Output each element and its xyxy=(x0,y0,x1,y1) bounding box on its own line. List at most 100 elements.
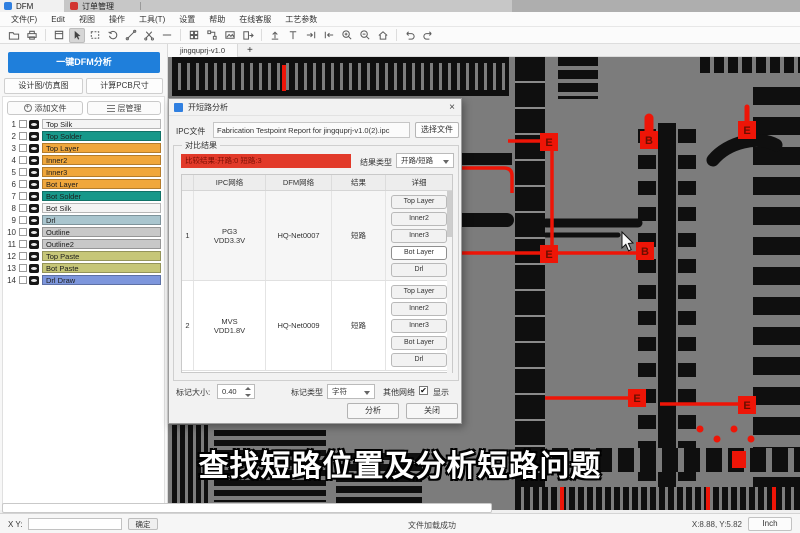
layer-checkbox[interactable] xyxy=(19,228,27,236)
print-icon[interactable] xyxy=(24,28,40,43)
layer-label[interactable]: Inner3 xyxy=(42,167,161,177)
design-sim-button[interactable]: 设计图/仿真图 xyxy=(4,78,83,94)
layer-checkbox[interactable] xyxy=(19,240,27,248)
layer-row[interactable]: 3Top Layer xyxy=(4,142,163,154)
layer-label[interactable]: Outline2 xyxy=(42,239,161,249)
layer-checkbox[interactable] xyxy=(19,276,27,284)
eye-icon[interactable] xyxy=(29,192,39,201)
spinner-arrows-icon[interactable] xyxy=(245,387,251,397)
layer-row[interactable]: 12Top Paste xyxy=(4,250,163,262)
layer-jump-button[interactable]: Inner3 xyxy=(391,229,447,243)
scissors-icon[interactable] xyxy=(141,28,157,43)
pan-right-icon[interactable] xyxy=(303,28,319,43)
add-file-tab[interactable]: + 添加文件 xyxy=(7,101,83,115)
layer-label[interactable]: Top Layer xyxy=(42,143,161,153)
document-tab[interactable]: jingquprj-v1.0 xyxy=(168,44,238,57)
folder-open-icon[interactable] xyxy=(6,28,22,43)
layer-row[interactable]: 11Outline2 xyxy=(4,238,163,250)
eye-icon[interactable] xyxy=(29,132,39,141)
eye-icon[interactable] xyxy=(29,216,39,225)
confirm-button[interactable]: 确定 xyxy=(128,518,158,530)
new-tab-button[interactable]: + xyxy=(238,45,262,56)
layer-label[interactable]: Bot Silk xyxy=(42,203,161,213)
menu-item-operate[interactable]: 操作 xyxy=(102,14,132,25)
menu-item-support[interactable]: 在线客服 xyxy=(232,14,278,25)
zoom-in-icon[interactable] xyxy=(339,28,355,43)
new-window-icon[interactable] xyxy=(51,28,67,43)
layer-row[interactable]: 9Drl xyxy=(4,214,163,226)
redo-icon[interactable] xyxy=(420,28,436,43)
eye-icon[interactable] xyxy=(29,180,39,189)
ipc-file-input[interactable]: Fabrication Testpoint Report for jingqup… xyxy=(213,122,410,138)
zoom-out-icon[interactable] xyxy=(357,28,373,43)
table-row[interactable]: 2 MVSVDD1.8V HQ-Net0009 短路 Top Layer Inn… xyxy=(182,281,452,371)
layer-label[interactable]: Bot Solder xyxy=(42,191,161,201)
eye-icon[interactable] xyxy=(29,204,39,213)
layer-jump-button[interactable]: Bot Layer xyxy=(391,336,447,350)
xy-input[interactable] xyxy=(28,518,122,530)
eye-icon[interactable] xyxy=(29,240,39,249)
route-icon[interactable] xyxy=(123,28,139,43)
layer-checkbox[interactable] xyxy=(19,156,27,164)
layer-label[interactable]: Bot Paste xyxy=(42,263,161,273)
layer-row[interactable]: 14Drl Draw xyxy=(4,274,163,286)
text-icon[interactable] xyxy=(285,28,301,43)
choose-file-button[interactable]: 选择文件 xyxy=(415,122,459,138)
eye-icon[interactable] xyxy=(29,120,39,129)
eye-icon[interactable] xyxy=(29,144,39,153)
layer-row[interactable]: 4Inner2 xyxy=(4,154,163,166)
menu-item-edit[interactable]: Edit xyxy=(44,15,72,24)
mark-type-select[interactable]: 字符 xyxy=(327,384,375,399)
layer-jump-button[interactable]: Drl xyxy=(391,263,447,277)
layer-checkbox[interactable] xyxy=(19,168,27,176)
layer-row[interactable]: 13Bot Paste xyxy=(4,262,163,274)
layer-row[interactable]: 8Bot Silk xyxy=(4,202,163,214)
pan-left-icon[interactable] xyxy=(321,28,337,43)
layer-row[interactable]: 7Bot Solder xyxy=(4,190,163,202)
layer-checkbox[interactable] xyxy=(19,264,27,272)
grid-icon[interactable] xyxy=(186,28,202,43)
calc-pcb-size-button[interactable]: 计算PCB尺寸 xyxy=(86,78,163,94)
menu-item-help[interactable]: 帮助 xyxy=(202,14,232,25)
layer-row[interactable]: 10Outline xyxy=(4,226,163,238)
eye-icon[interactable] xyxy=(29,156,39,165)
layer-checkbox[interactable] xyxy=(19,120,27,128)
mark-size-spinner[interactable]: 0.40 xyxy=(217,384,255,399)
layer-label[interactable]: Top Solder xyxy=(42,131,161,141)
eye-icon[interactable] xyxy=(29,264,39,273)
layer-row[interactable]: 6Bot Layer xyxy=(4,178,163,190)
eye-icon[interactable] xyxy=(29,276,39,285)
layer-checkbox[interactable] xyxy=(19,252,27,260)
layer-jump-button[interactable]: Inner2 xyxy=(391,212,447,226)
analyze-button[interactable]: 分析 xyxy=(347,403,399,419)
app-tab-order[interactable]: 订单管理 xyxy=(66,0,136,12)
table-row[interactable]: 1 PG3VDD3.3V HQ-Net0007 短路 Top Layer Inn… xyxy=(182,191,452,281)
line-icon[interactable] xyxy=(159,28,175,43)
show-checkbox[interactable]: ✔ xyxy=(419,386,428,395)
rotate-icon[interactable] xyxy=(105,28,121,43)
menu-item-settings[interactable]: 设置 xyxy=(172,14,202,25)
eye-icon[interactable] xyxy=(29,168,39,177)
layer-checkbox[interactable] xyxy=(19,180,27,188)
import-up-icon[interactable] xyxy=(267,28,283,43)
layer-manage-tab[interactable]: 层管理 xyxy=(87,101,161,115)
layer-jump-button[interactable]: Drl xyxy=(391,353,447,367)
one-click-dfm-button[interactable]: 一键DFM分析 xyxy=(8,52,160,73)
photo-icon[interactable] xyxy=(222,28,238,43)
unit-button[interactable]: Inch xyxy=(748,517,792,531)
layer-label[interactable]: Inner2 xyxy=(42,155,161,165)
layer-jump-button[interactable]: Inner3 xyxy=(391,319,447,333)
eye-icon[interactable] xyxy=(29,228,39,237)
layer-checkbox[interactable] xyxy=(19,144,27,152)
select-cursor-icon[interactable] xyxy=(69,28,85,43)
table-scrollbar[interactable] xyxy=(447,191,452,373)
layer-jump-button[interactable]: Top Layer xyxy=(391,285,447,299)
net-icon[interactable] xyxy=(204,28,220,43)
layer-label[interactable]: Bot Layer xyxy=(42,179,161,189)
undo-icon[interactable] xyxy=(402,28,418,43)
eye-icon[interactable] xyxy=(29,252,39,261)
result-type-select[interactable]: 开路/短路 xyxy=(396,153,454,168)
dialog-close-icon[interactable]: × xyxy=(443,102,461,113)
layer-label[interactable]: Top Silk xyxy=(42,119,161,129)
marquee-select-icon[interactable] xyxy=(87,28,103,43)
